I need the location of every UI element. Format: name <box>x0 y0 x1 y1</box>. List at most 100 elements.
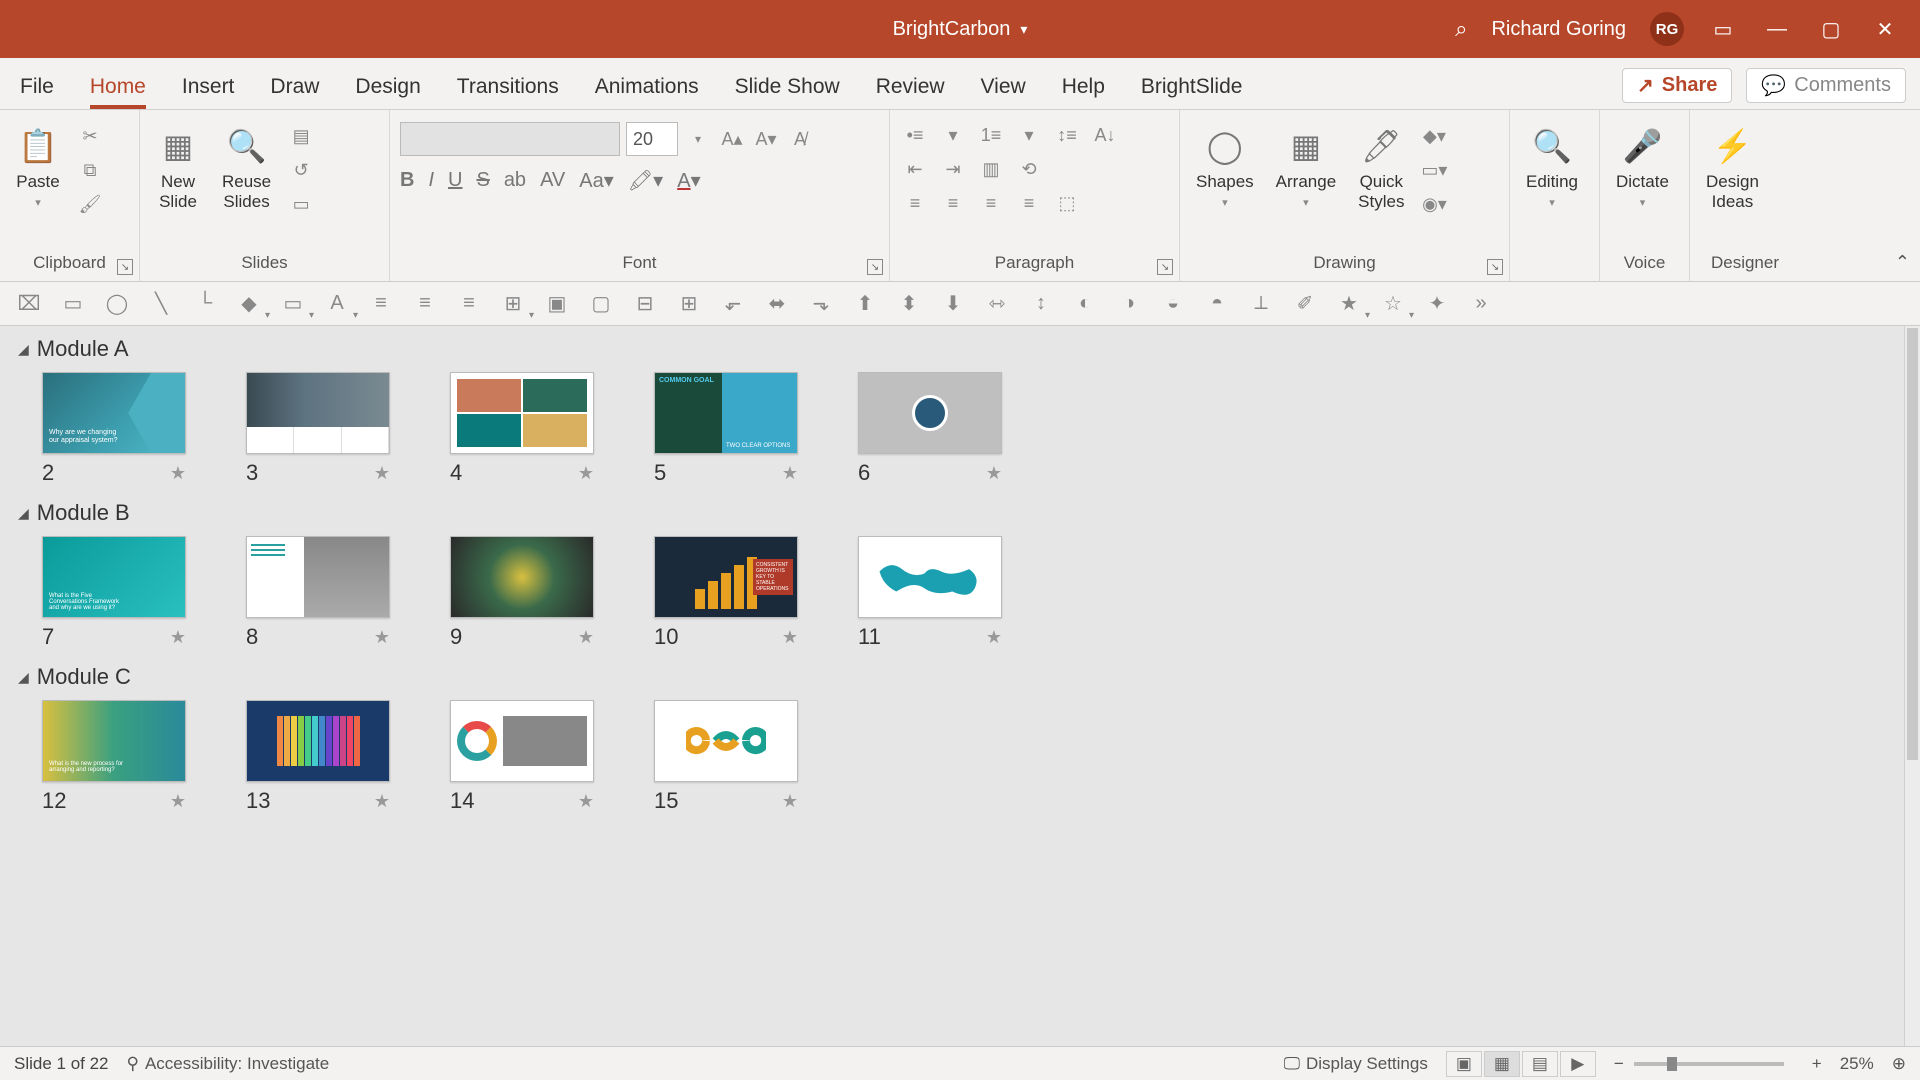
highlight-icon[interactable]: 🖍▾ <box>628 168 663 193</box>
tab-review[interactable]: Review <box>876 75 945 109</box>
align-left-icon[interactable]: ≡ <box>900 190 930 216</box>
oval-icon[interactable]: ◯ <box>102 289 132 319</box>
rectangle-icon[interactable]: ▭ <box>58 289 88 319</box>
align-objects-top-icon[interactable]: ⬆ <box>850 289 880 319</box>
slide-thumbnail[interactable]: 13★ <box>246 700 390 814</box>
slide-thumbnail[interactable]: 3★ <box>246 372 390 486</box>
slide-thumbnail[interactable]: 9★ <box>450 536 594 650</box>
editing-button[interactable]: 🔍Editing▾ <box>1520 122 1584 211</box>
italic-button[interactable]: I <box>428 169 434 192</box>
ungroup-icon[interactable]: ⊞ <box>674 289 704 319</box>
slide-sorter-view-button[interactable]: ▦ <box>1484 1051 1520 1077</box>
slide-counter[interactable]: Slide 1 of 22 <box>14 1054 109 1074</box>
document-title-area[interactable]: BrightCarbon ▾ <box>893 18 1028 41</box>
shape-outline-icon[interactable]: ▭▾ <box>1420 156 1448 184</box>
tab-brightslide[interactable]: BrightSlide <box>1141 75 1243 109</box>
align-center-icon[interactable]: ≡ <box>410 289 440 319</box>
format-painter-icon[interactable]: 🖌 <box>76 190 104 218</box>
vertical-scrollbar[interactable] <box>1904 326 1920 1046</box>
tab-home[interactable]: Home <box>90 75 146 109</box>
tab-draw[interactable]: Draw <box>270 75 319 109</box>
display-settings[interactable]: 🖵 Display Settings <box>1284 1054 1428 1074</box>
section-icon[interactable]: ▭ <box>287 190 315 218</box>
slide-thumbnail[interactable]: 11★ <box>858 536 1002 650</box>
distribute-vertical-icon[interactable]: ↕ <box>1026 289 1056 319</box>
arrange-icon[interactable]: ⊞ <box>498 289 528 319</box>
tab-insert[interactable]: Insert <box>182 75 235 109</box>
align-objects-center-icon[interactable]: ⬌ <box>762 289 792 319</box>
paste-button[interactable]: 📋 Paste ▾ <box>10 122 66 211</box>
align-center-icon[interactable]: ≡ <box>938 190 968 216</box>
textbox-icon[interactable]: ⌧ <box>14 289 44 319</box>
reuse-slides-button[interactable]: 🔍 Reuse Slides <box>216 122 277 214</box>
slide-thumbnail[interactable]: 4★ <box>450 372 594 486</box>
numbering-icon[interactable]: 1≡ <box>976 122 1006 148</box>
animation-star-icon[interactable]: ★ <box>1334 289 1364 319</box>
text-direction-icon[interactable]: ⟲ <box>1014 156 1044 182</box>
tab-design[interactable]: Design <box>355 75 420 109</box>
tab-slide-show[interactable]: Slide Show <box>735 75 840 109</box>
underline-button[interactable]: U <box>448 169 462 192</box>
send-backward-icon[interactable]: ▢ <box>586 289 616 319</box>
crop-icon[interactable]: ⟂ <box>1246 289 1276 319</box>
reading-view-button[interactable]: ▤ <box>1522 1051 1558 1077</box>
accessibility-checker[interactable]: ⚲ Accessibility: Investigate <box>127 1054 330 1074</box>
zoom-slider-handle[interactable] <box>1667 1057 1677 1071</box>
text-shadow-button[interactable]: ab <box>504 169 526 192</box>
chevron-down-icon[interactable]: ▾ <box>938 122 968 148</box>
font-name-input[interactable] <box>400 122 620 156</box>
add-animation-icon[interactable]: ✦ <box>1422 289 1452 319</box>
overflow-icon[interactable]: » <box>1466 289 1496 319</box>
slide-thumbnail[interactable]: What is the new process for arranging an… <box>42 700 186 814</box>
align-right-icon[interactable]: ≡ <box>976 190 1006 216</box>
close-button[interactable]: ✕ <box>1870 17 1900 42</box>
align-objects-middle-icon[interactable]: ⬍ <box>894 289 924 319</box>
group-icon[interactable]: ⊟ <box>630 289 660 319</box>
bold-button[interactable]: B <box>400 169 414 192</box>
font-dialog-launcher[interactable]: ↘ <box>867 259 883 275</box>
slide-thumbnail[interactable]: 6★ <box>858 372 1002 486</box>
align-objects-left-icon[interactable]: ⬐ <box>718 289 748 319</box>
slide-thumbnail[interactable]: 8★ <box>246 536 390 650</box>
maximize-button[interactable]: ▢ <box>1816 17 1846 42</box>
line-spacing-icon[interactable]: ↕≡ <box>1052 122 1082 148</box>
eyedropper-icon[interactable]: ✐ <box>1290 289 1320 319</box>
minimize-button[interactable]: — <box>1762 18 1792 41</box>
font-color-icon[interactable]: A <box>322 289 352 319</box>
comments-button[interactable]: 💬 Comments <box>1746 68 1906 103</box>
tab-animations[interactable]: Animations <box>595 75 699 109</box>
shape-outline-icon[interactable]: ▭ <box>278 289 308 319</box>
columns-icon[interactable]: ▥ <box>976 156 1006 182</box>
search-icon[interactable]: ⌕ <box>1455 16 1467 42</box>
merge-union-icon[interactable]: ◐ <box>1070 289 1100 319</box>
align-objects-bottom-icon[interactable]: ⬇ <box>938 289 968 319</box>
shapes-button[interactable]: ◯Shapes▾ <box>1190 122 1260 211</box>
clipboard-dialog-launcher[interactable]: ↘ <box>117 259 133 275</box>
user-name[interactable]: Richard Goring <box>1491 18 1626 41</box>
decrease-indent-icon[interactable]: ⇤ <box>900 156 930 182</box>
change-case-icon[interactable]: Aa▾ <box>579 168 614 193</box>
ribbon-display-options-icon[interactable]: ▭ <box>1708 17 1738 42</box>
bring-forward-icon[interactable]: ▣ <box>542 289 572 319</box>
tab-transitions[interactable]: Transitions <box>457 75 559 109</box>
increase-indent-icon[interactable]: ⇥ <box>938 156 968 182</box>
slide-thumbnail[interactable]: CONSISTENT GROWTH IS KEY TO STABLE OPERA… <box>654 536 798 650</box>
font-size-dropdown-icon[interactable]: ▾ <box>684 125 712 153</box>
align-left-icon[interactable]: ≡ <box>366 289 396 319</box>
share-button[interactable]: ↗ Share <box>1622 68 1732 103</box>
chevron-down-icon[interactable]: ▾ <box>1014 122 1044 148</box>
normal-view-button[interactable]: ▣ <box>1446 1051 1482 1077</box>
character-spacing-icon[interactable]: AV <box>540 169 565 192</box>
arrange-button[interactable]: ▦Arrange▾ <box>1270 122 1342 211</box>
scrollbar-thumb[interactable] <box>1907 328 1918 760</box>
merge-fragment-icon[interactable]: ◒ <box>1158 289 1188 319</box>
quick-styles-button[interactable]: 🖊Quick Styles <box>1352 122 1410 214</box>
fit-to-window-button[interactable]: ⊕ <box>1892 1054 1906 1074</box>
layout-icon[interactable]: ▤ <box>287 122 315 150</box>
tab-view[interactable]: View <box>981 75 1026 109</box>
slide-sorter-pane[interactable]: ◢Module AWhy are we changing our apprais… <box>0 326 1904 1046</box>
strikethrough-button[interactable]: S <box>476 169 489 192</box>
reset-icon[interactable]: ↺ <box>287 156 315 184</box>
collapse-triangle-icon[interactable]: ◢ <box>18 505 29 522</box>
collapse-triangle-icon[interactable]: ◢ <box>18 341 29 358</box>
